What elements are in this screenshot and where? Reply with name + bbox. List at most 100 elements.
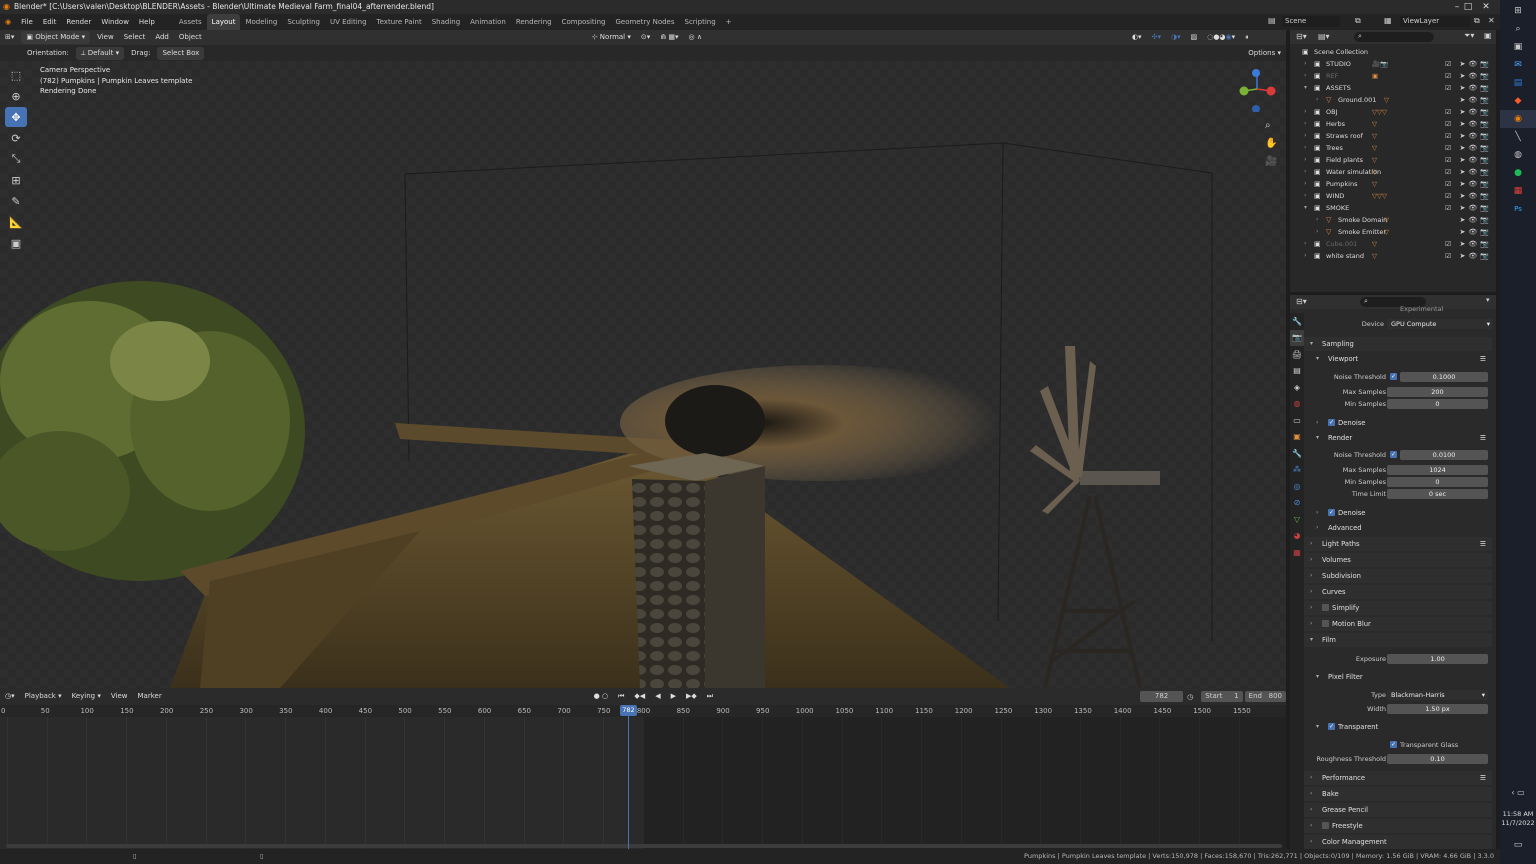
tab-compositing[interactable]: Compositing [557,14,611,30]
outliner-row[interactable]: › ▣ Water simulation ▽ ☑ ➤👁📷 [1290,166,1496,178]
overlay-toggle-icon[interactable]: ◑▾ [1166,31,1186,44]
pause-icon[interactable]: ⏸ [1240,31,1254,44]
transform-orientation-dropdown[interactable]: ⊹ Normal ▾ [587,31,636,44]
move-tool-icon[interactable]: ✥ [5,107,27,127]
navigation-gizmo[interactable] [1235,67,1280,113]
r-noise-threshold-field[interactable]: 0.0100 [1400,450,1488,460]
time-limit-field[interactable]: 0 sec [1387,489,1488,499]
viewport-subpanel-header[interactable]: ▾ Viewport ☰ [1310,352,1492,366]
outliner-row[interactable]: › ▽ Smoke Emitter ▽ ➤👁📷 [1290,226,1496,238]
tray-icons[interactable]: ‹ ▭ [1500,788,1536,797]
menu-add[interactable]: Add [150,31,174,44]
visibility-toggles-icon[interactable]: ☑ ➤👁📷 [1445,238,1492,250]
pen-icon[interactable]: ╲ [1500,128,1536,146]
expand-arrow-icon[interactable]: › [1316,226,1318,238]
menu-view[interactable]: View [92,31,119,44]
vp-noise-threshold-field[interactable]: 0.1000 [1400,372,1488,382]
display-mode-icon[interactable]: ▤▾ [1318,32,1330,41]
bake-panel[interactable]: › Bake [1304,787,1492,801]
jump-start-icon[interactable]: ⏮ [613,690,629,703]
scale-tool-icon[interactable]: ⤡ [5,149,27,169]
performance-presets-icon[interactable]: ☰ [1480,771,1486,785]
curves-panel[interactable]: › Curves [1304,585,1492,599]
camera-view-icon[interactable]: 🎥 [1265,153,1277,171]
photoshop-icon[interactable]: Ps [1500,200,1536,218]
outliner-row[interactable]: › ▣ STUDIO 🎥📷 ☑ ➤👁📷 [1290,58,1496,70]
pan-hand-icon[interactable]: ✋ [1265,135,1277,153]
performance-panel[interactable]: › Performance ☰ [1304,771,1492,785]
blender-menu-icon[interactable]: ◉ [0,14,16,30]
timeline-ruler[interactable]: 0 50 100 150 200 250 300 350 400 450 500 550 600 650 7… [0,705,1286,717]
visibility-toggles-icon[interactable]: ☑ ➤👁📷 [1445,118,1492,130]
filter-type-dropdown[interactable]: Blackman-Harris ▾ [1387,690,1488,700]
tab-geometry-nodes[interactable]: Geometry Nodes [610,14,679,30]
outliner-row[interactable]: › ▣ Trees ▽ ☑ ➤👁📷 [1290,142,1496,154]
visibility-toggles-icon[interactable]: ➤👁📷 [1460,214,1492,226]
marker-menu[interactable]: Marker [133,690,167,703]
expand-arrow-icon[interactable]: › [1304,58,1306,70]
r-max-samples-field[interactable]: 1024 [1387,465,1488,475]
light-paths-presets-icon[interactable]: ☰ [1480,537,1486,551]
device-dropdown[interactable]: GPU Compute ▾ [1387,319,1493,329]
select-box-tool-icon[interactable]: ⬚ [5,65,27,85]
prev-keyframe-icon[interactable]: ◆◀ [629,690,650,703]
transparent-glass-checkbox[interactable]: ✓ [1390,741,1397,748]
outliner-row[interactable]: ▾ ▣ ASSETS ☑ ➤👁📷 [1290,82,1496,94]
expand-arrow-icon[interactable]: › [1316,214,1318,226]
filter-icon[interactable]: ⏷▾ [1464,31,1474,41]
visibility-toggles-icon[interactable]: ☑ ➤👁📷 [1445,250,1492,262]
expand-arrow-icon[interactable]: › [1304,250,1306,262]
feature-set-value[interactable]: Experimental [1400,304,1443,314]
expand-arrow-icon[interactable]: › [1304,190,1306,202]
cursor-tool-icon[interactable]: ⊕ [5,86,27,106]
add-cube-tool-icon[interactable]: ▣ [5,233,27,253]
tab-sculpting[interactable]: Sculpting [282,14,325,30]
sampling-panel-header[interactable]: ▾ Sampling [1304,337,1492,351]
pixel-filter-subpanel[interactable]: ▾ Pixel Filter [1310,670,1492,684]
expand-arrow-icon[interactable]: › [1304,154,1306,166]
render-presets-icon[interactable]: ☰ [1480,431,1486,445]
options-dropdown[interactable]: Options ▾ [1243,47,1286,60]
new-collection-icon[interactable]: ▣ [1484,31,1492,40]
outliner-row[interactable]: ▾ ▣ SMOKE ☑ ➤👁📷 [1290,202,1496,214]
visibility-toggles-icon[interactable]: ☑ ➤👁📷 [1445,202,1492,214]
current-frame-field[interactable]: 782 [1140,691,1184,702]
tab-layout[interactable]: Layout [206,14,241,30]
outliner-row[interactable]: › ▣ Pumpkins ▽ ☑ ➤👁📷 [1290,178,1496,190]
visibility-toggles-icon[interactable]: ☑ ➤👁📷 [1445,58,1492,70]
tab-rendering[interactable]: Rendering [511,14,557,30]
menu-render[interactable]: Render [61,14,96,30]
vp-denoise-checkbox[interactable]: ✓ [1328,419,1335,426]
drag-dropdown[interactable]: Select Box [157,46,205,60]
timeline-area[interactable] [0,705,1286,849]
clock[interactable]: 11:58 AM 11/7/2022 [1500,810,1536,828]
measure-tool-icon[interactable]: 📐 [5,212,27,232]
next-keyframe-icon[interactable]: ▶◆ [681,690,702,703]
volumes-panel[interactable]: › Volumes [1304,553,1492,567]
remove-viewlayer-icon[interactable]: ✕ [1488,16,1495,25]
visibility-toggles-icon[interactable]: ➤👁📷 [1460,226,1492,238]
transparent-checkbox[interactable]: ✓ [1328,723,1335,730]
subdivision-panel[interactable]: › Subdivision [1304,569,1492,583]
simplify-panel[interactable]: › Simplify [1304,601,1492,615]
playback-menu[interactable]: Playback ▾ [20,690,67,703]
visibility-toggles-icon[interactable]: ☑ ➤👁📷 [1445,166,1492,178]
tab-assets[interactable]: Assets [174,14,207,30]
exposure-field[interactable]: 1.00 [1387,654,1488,664]
timeline-editor-icon[interactable]: ◷▾ [0,690,20,703]
r-denoise-subpanel[interactable]: › ✓ Denoise [1310,506,1492,520]
annotate-tool-icon[interactable]: ✎ [5,191,27,211]
tab-texture-paint[interactable]: Texture Paint [372,14,427,30]
grease-pencil-panel[interactable]: › Grease Pencil [1304,803,1492,817]
zoom-icon[interactable]: ⌕ [1265,117,1277,135]
mode-dropdown[interactable]: ▣ Object Mode ▾ [21,31,91,44]
render-subpanel-header[interactable]: ▾ Render ☰ [1310,431,1492,445]
scene-selector[interactable]: Scene [1282,16,1340,27]
snap-icon[interactable]: ⋒ ▦▾ [655,31,683,44]
record-button-icon[interactable]: ● ○ [589,690,613,703]
menu-help[interactable]: Help [134,14,160,30]
expand-arrow-icon[interactable]: › [1304,178,1306,190]
outliner-row[interactable]: › ▣ REF ▣ ☑ ➤👁📷 [1290,70,1496,82]
expand-arrow-icon[interactable]: › [1304,130,1306,142]
new-scene-icon[interactable]: ⧉ [1355,16,1361,26]
